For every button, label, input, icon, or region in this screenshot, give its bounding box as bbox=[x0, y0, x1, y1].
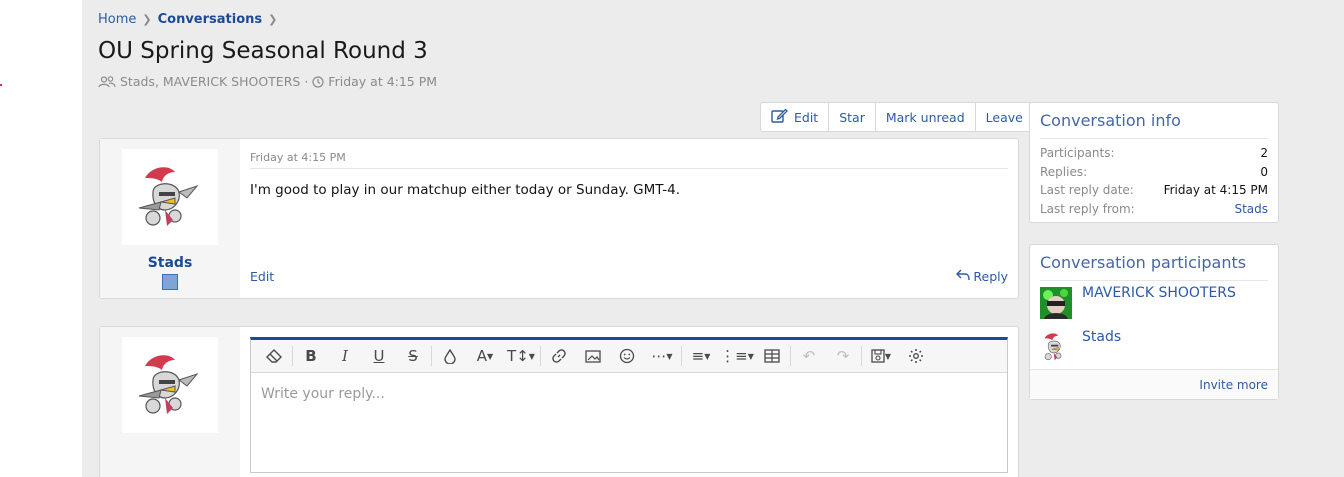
invite-more-link[interactable]: Invite more bbox=[1199, 378, 1268, 392]
info-value: 0 bbox=[1260, 164, 1268, 179]
editor-toolbar: B I U S A ▼ T↕ ▼ ⋯ ▼ ≡ ▼ ⋮≡ ▼ ↶ ↷ ▼ bbox=[251, 340, 1007, 373]
knight-avatar-icon bbox=[138, 167, 199, 226]
font-family-icon[interactable]: A ▼ bbox=[467, 342, 503, 370]
info-value: Friday at 4:15 PM bbox=[1163, 183, 1268, 197]
participant-name[interactable]: MAVERICK SHOOTERS bbox=[1082, 285, 1236, 301]
conversation-date: Friday at 4:15 PM bbox=[328, 74, 438, 89]
page-title: OU Spring Seasonal Round 3 bbox=[98, 38, 428, 64]
italic-icon[interactable]: I bbox=[328, 342, 362, 370]
message-reply-button[interactable]: Reply bbox=[956, 269, 1008, 284]
toolbar-divider bbox=[861, 346, 862, 366]
color-drop-icon[interactable] bbox=[433, 342, 467, 370]
conversation-meta: Stads, MAVERICK SHOOTERS · Friday at 4:1… bbox=[98, 74, 437, 89]
message: Stads Friday at 4:15 PM I'm good to play… bbox=[99, 138, 1019, 299]
meta-separator: · bbox=[304, 74, 309, 89]
participant-name[interactable]: Stads bbox=[1082, 329, 1121, 345]
star-button[interactable]: Star bbox=[829, 103, 876, 131]
info-last-reply-from-row: Last reply from: Stads bbox=[1030, 200, 1278, 219]
list-icon[interactable]: ⋮≡ ▼ bbox=[719, 342, 755, 370]
chevron-right-icon: ❯ bbox=[268, 13, 278, 26]
info-label: Last reply date: bbox=[1040, 183, 1134, 197]
avatar[interactable] bbox=[122, 149, 218, 245]
underline-icon[interactable]: U bbox=[362, 342, 396, 370]
users-icon bbox=[98, 75, 116, 88]
message-date[interactable]: Friday at 4:15 PM bbox=[250, 151, 346, 164]
mark-unread-button[interactable]: Mark unread bbox=[876, 103, 976, 131]
panel-divider bbox=[1040, 280, 1268, 281]
info-label: Replies: bbox=[1040, 164, 1088, 179]
message-body: I'm good to play in our matchup either t… bbox=[250, 182, 681, 198]
message-edit-link[interactable]: Edit bbox=[250, 269, 274, 284]
conversation-info-panel: Conversation info Participants: 2 Replie… bbox=[1029, 102, 1279, 223]
edit-button-label: Edit bbox=[794, 109, 819, 125]
toolbar-divider bbox=[790, 346, 791, 366]
chevron-right-icon: ❯ bbox=[142, 13, 152, 26]
align-icon[interactable]: ≡ ▼ bbox=[683, 342, 719, 370]
link-icon[interactable] bbox=[542, 342, 576, 370]
undo-icon[interactable]: ↶ bbox=[792, 342, 826, 370]
rich-text-editor: B I U S A ▼ T↕ ▼ ⋯ ▼ ≡ ▼ ⋮≡ ▼ ↶ ↷ ▼ Writ… bbox=[250, 337, 1008, 473]
info-participants-row: Participants: 2 bbox=[1030, 144, 1278, 163]
font-size-icon[interactable]: T↕ ▼ bbox=[503, 342, 539, 370]
knight-avatar-icon bbox=[138, 355, 199, 414]
avatar[interactable] bbox=[1040, 331, 1072, 363]
participant-item[interactable]: MAVERICK SHOOTERS bbox=[1040, 285, 1236, 319]
participants-text: Stads, MAVERICK SHOOTERS bbox=[120, 74, 301, 89]
smiley-icon[interactable] bbox=[610, 342, 644, 370]
last-reply-from-link[interactable]: Stads bbox=[1234, 200, 1268, 219]
participants-footer: Invite more bbox=[1030, 369, 1278, 399]
participant-item[interactable]: Stads bbox=[1040, 329, 1121, 363]
edit-button[interactable]: Edit bbox=[761, 103, 830, 131]
info-label: Participants: bbox=[1040, 146, 1115, 160]
reply-icon bbox=[956, 269, 971, 284]
image-icon[interactable] bbox=[576, 342, 610, 370]
stray-dot bbox=[0, 84, 2, 86]
conversation-participants-panel: Conversation participants MAVERICK SHOOT… bbox=[1029, 244, 1279, 400]
maverick-avatar-icon bbox=[1040, 287, 1072, 319]
user-badge-icon bbox=[162, 274, 178, 290]
bold-icon[interactable]: B bbox=[294, 342, 328, 370]
edit-icon bbox=[771, 108, 788, 127]
more-icon[interactable]: ⋯ ▼ bbox=[644, 342, 680, 370]
knight-avatar-icon bbox=[1044, 333, 1062, 361]
reply-user-cell bbox=[100, 327, 240, 477]
breadcrumb: Home ❯ Conversations ❯ bbox=[98, 12, 283, 27]
eraser-icon[interactable] bbox=[257, 342, 291, 370]
reply-avatar[interactable] bbox=[122, 337, 218, 433]
drafts-icon[interactable]: ▼ bbox=[863, 342, 899, 370]
toolbar-divider bbox=[431, 346, 432, 366]
avatar[interactable] bbox=[1040, 287, 1072, 319]
message-user-cell: Stads bbox=[100, 139, 240, 298]
breadcrumb-home[interactable]: Home bbox=[98, 12, 136, 27]
settings-icon[interactable] bbox=[899, 342, 933, 370]
leave-button[interactable]: Leave bbox=[976, 103, 1033, 131]
clock-icon bbox=[312, 75, 324, 88]
reply-label: Reply bbox=[973, 269, 1008, 284]
toolbar-divider bbox=[681, 346, 682, 366]
message-author[interactable]: Stads bbox=[100, 255, 240, 271]
breadcrumb-conversations[interactable]: Conversations bbox=[158, 12, 263, 27]
message-divider bbox=[250, 168, 1008, 169]
table-icon[interactable] bbox=[755, 342, 789, 370]
toolbar-divider bbox=[540, 346, 541, 366]
page-content: Home ❯ Conversations ❯ OU Spring Seasona… bbox=[82, 0, 1344, 477]
redo-icon[interactable]: ↷ bbox=[826, 342, 860, 370]
participants-title: Conversation participants bbox=[1040, 253, 1247, 272]
conversation-actions: Edit Star Mark unread Leave bbox=[760, 102, 1034, 132]
reply-box: B I U S A ▼ T↕ ▼ ⋯ ▼ ≡ ▼ ⋮≡ ▼ ↶ ↷ ▼ Writ… bbox=[99, 326, 1019, 477]
info-value: 2 bbox=[1260, 146, 1268, 160]
conversation-info-title: Conversation info bbox=[1040, 111, 1181, 130]
info-label: Last reply from: bbox=[1040, 201, 1135, 216]
reply-input-placeholder[interactable]: Write your reply... bbox=[261, 386, 385, 402]
panel-divider bbox=[1040, 138, 1268, 139]
toolbar-divider bbox=[292, 346, 293, 366]
info-last-reply-date-row: Last reply date: Friday at 4:15 PM bbox=[1030, 181, 1278, 200]
info-replies-row: Replies: 0 bbox=[1030, 163, 1278, 182]
strikethrough-icon[interactable]: S bbox=[396, 342, 430, 370]
